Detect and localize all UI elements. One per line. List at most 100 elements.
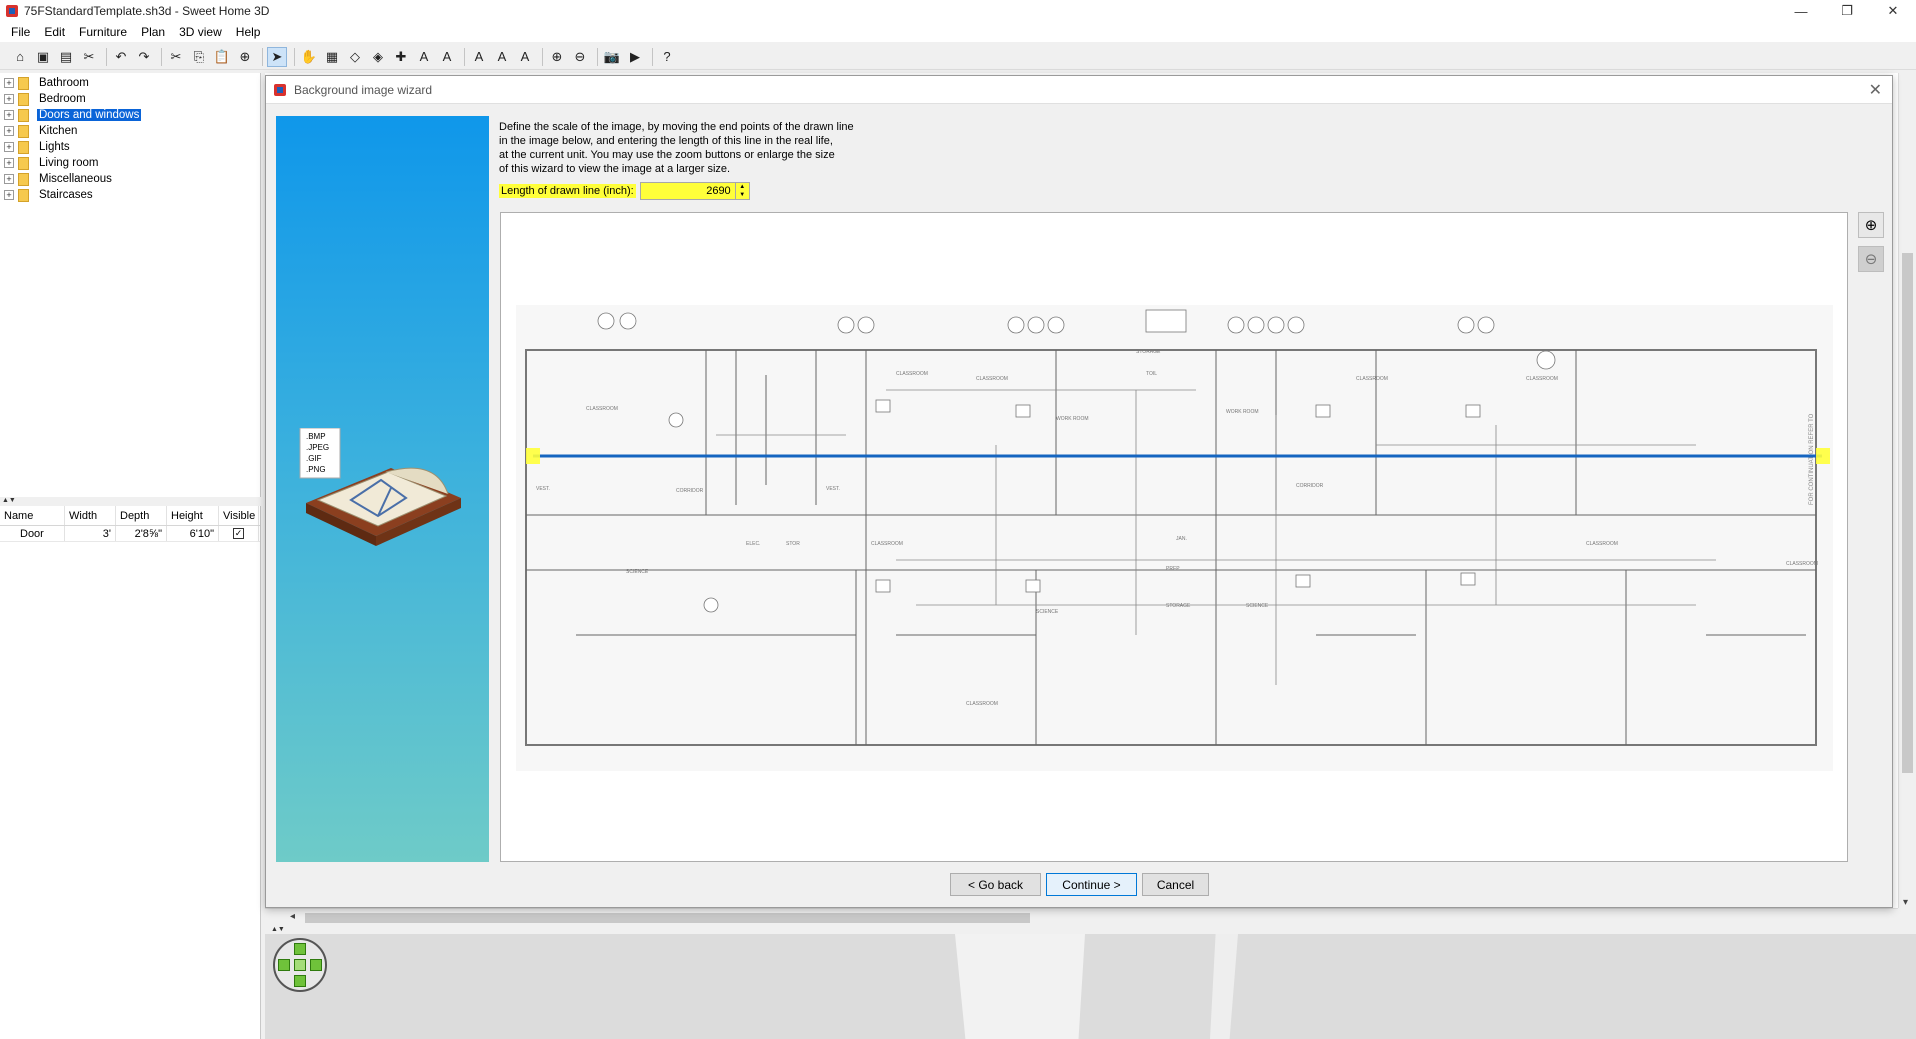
redo-icon[interactable]: ↷ (134, 47, 154, 67)
menu-plan[interactable]: Plan (134, 25, 172, 39)
scale-line-start-handle[interactable] (526, 448, 540, 464)
catalog-category-doors-and-windows[interactable]: + Doors and windows (0, 107, 260, 123)
furniture-table[interactable]: Name Width Depth Height Visible Door 3' … (0, 506, 261, 1039)
help-icon[interactable]: ? (657, 47, 677, 67)
zoom-in-icon[interactable]: ⊕ (547, 47, 567, 67)
menu-furniture[interactable]: Furniture (72, 25, 134, 39)
menu-3d-view[interactable]: 3D view (172, 25, 229, 39)
table-row[interactable]: Door 3' 2'8⅝" 6'10" ✓ (0, 526, 260, 542)
catalog-category-bathroom[interactable]: + Bathroom (0, 75, 260, 91)
go-back-button[interactable]: < Go back (950, 873, 1041, 896)
menu-help[interactable]: Help (229, 25, 268, 39)
catalog-category-staircases[interactable]: + Staircases (0, 187, 260, 203)
navigation-arrows-icon[interactable] (273, 938, 327, 992)
cut-icon[interactable]: ✂ (166, 47, 186, 67)
dialog-title-bar: Background image wizard ✕ (266, 76, 1892, 104)
add-furniture-icon[interactable]: ⊕ (235, 47, 255, 67)
visible-checkbox[interactable]: ✓ (233, 528, 244, 539)
new-home-icon[interactable]: ⌂ (10, 47, 30, 67)
folder-icon (18, 172, 29, 186)
expand-icon[interactable]: + (4, 158, 14, 168)
catalog-category-lights[interactable]: + Lights (0, 139, 260, 155)
nav-up-icon[interactable] (294, 943, 306, 955)
folder-icon (18, 92, 29, 106)
plan-horizontal-scrollbar[interactable]: ◂ (265, 908, 1898, 926)
expand-icon[interactable]: + (4, 190, 14, 200)
bold-icon[interactable]: A (492, 47, 512, 67)
select-icon[interactable]: ➤ (267, 46, 287, 67)
scale-line-end-handle[interactable] (1816, 448, 1830, 464)
length-spinner[interactable]: ▲ ▼ (734, 183, 749, 199)
paste-icon[interactable]: 📋 (212, 47, 232, 67)
wizard-banner: .BMP .JPEG .GIF .PNG (276, 116, 489, 862)
maximize-button[interactable]: ❐ (1824, 0, 1870, 22)
expand-icon[interactable]: + (4, 174, 14, 184)
dialog-close-button[interactable]: ✕ (1869, 80, 1882, 100)
zoom-out-icon[interactable]: ⊖ (570, 47, 590, 67)
toolbar-separator (161, 47, 162, 66)
plan-3d-splitter[interactable]: ▲▼ (265, 926, 1916, 934)
catalog-category-miscellaneous[interactable]: + Miscellaneous (0, 171, 260, 187)
minimize-button[interactable]: — (1778, 0, 1824, 22)
save-icon[interactable]: ▤ (56, 47, 76, 67)
length-input[interactable]: 2690 ▲ ▼ (639, 182, 750, 200)
nav-right-icon[interactable] (310, 959, 322, 971)
app-logo-icon (6, 5, 18, 17)
open-icon[interactable]: ▣ (33, 47, 53, 67)
zoom-in-icon: ⊕ (1864, 217, 1878, 234)
create-walls-icon[interactable]: ▦ (322, 47, 342, 67)
3d-wall (955, 934, 1085, 1039)
format-jpeg: .JPEG (306, 443, 329, 452)
copy-icon[interactable]: ⎘ (189, 47, 209, 67)
menu-file[interactable]: File (4, 25, 37, 39)
close-button[interactable]: ✕ (1870, 0, 1916, 22)
column-depth[interactable]: Depth (116, 506, 167, 525)
expand-icon[interactable]: + (4, 126, 14, 136)
column-visible[interactable]: Visible (219, 506, 259, 525)
column-name[interactable]: Name (0, 506, 65, 525)
scroll-down-icon[interactable]: ▾ (1903, 897, 1908, 908)
expand-icon[interactable]: + (4, 110, 14, 120)
column-height[interactable]: Height (167, 506, 219, 525)
menu-edit[interactable]: Edit (37, 25, 72, 39)
catalog-category-living-room[interactable]: + Living room (0, 155, 260, 171)
catalog-category-label: Staircases (39, 189, 93, 201)
video-icon[interactable]: ▶ (625, 47, 645, 67)
catalog-splitter[interactable]: ▲▼ (0, 497, 261, 505)
expand-icon[interactable]: + (4, 94, 14, 104)
plan-room-label: STORAGE (1166, 603, 1191, 609)
plan-vertical-scrollbar[interactable]: ▾ (1898, 73, 1916, 908)
continue-button[interactable]: Continue > (1046, 873, 1137, 896)
pan-icon[interactable]: ✋ (299, 47, 319, 67)
add-text-icon[interactable]: A (414, 47, 434, 67)
scroll-thumb[interactable] (1902, 253, 1913, 773)
create-dimensions-icon[interactable]: ✚ (391, 47, 411, 67)
zoom-out-button[interactable]: ⊖ (1858, 246, 1884, 272)
column-width[interactable]: Width (65, 506, 116, 525)
catalog-category-bedroom[interactable]: + Bedroom (0, 91, 260, 107)
catalog-category-kitchen[interactable]: + Kitchen (0, 123, 260, 139)
create-rooms-icon[interactable]: ◇ (345, 47, 365, 67)
increase-text-icon[interactable]: A (437, 47, 457, 67)
cancel-button[interactable]: Cancel (1142, 873, 1209, 896)
undo-icon[interactable]: ↶ (111, 47, 131, 67)
image-preview[interactable]: CLASSROOM CLASSROOM CLASSROOM CLASSROOM CLAS… (500, 212, 1848, 862)
furniture-catalog[interactable]: + Bathroom + Bedroom + Doors and windows + Kitc… (0, 73, 261, 497)
expand-icon[interactable]: + (4, 78, 14, 88)
zoom-in-button[interactable]: ⊕ (1858, 212, 1884, 238)
expand-icon[interactable]: + (4, 142, 14, 152)
decrease-text-icon[interactable]: A (469, 47, 489, 67)
floor-plan-image[interactable]: CLASSROOM CLASSROOM CLASSROOM CLASSROOM CLAS… (516, 305, 1833, 771)
3d-view[interactable] (265, 934, 1916, 1039)
scroll-left-icon[interactable]: ◂ (290, 911, 295, 922)
toolbar-separator (106, 47, 107, 66)
nav-down-icon[interactable] (294, 975, 306, 987)
create-polylines-icon[interactable]: ◈ (368, 47, 388, 67)
cut-tool-icon[interactable]: ✂ (79, 47, 99, 67)
cell-visible[interactable]: ✓ (219, 526, 259, 541)
italic-icon[interactable]: A (515, 47, 535, 67)
nav-left-icon[interactable] (278, 959, 290, 971)
nav-center-icon[interactable] (294, 959, 306, 971)
scroll-thumb[interactable] (305, 913, 1030, 923)
photo-icon[interactable]: 📷 (602, 47, 622, 67)
